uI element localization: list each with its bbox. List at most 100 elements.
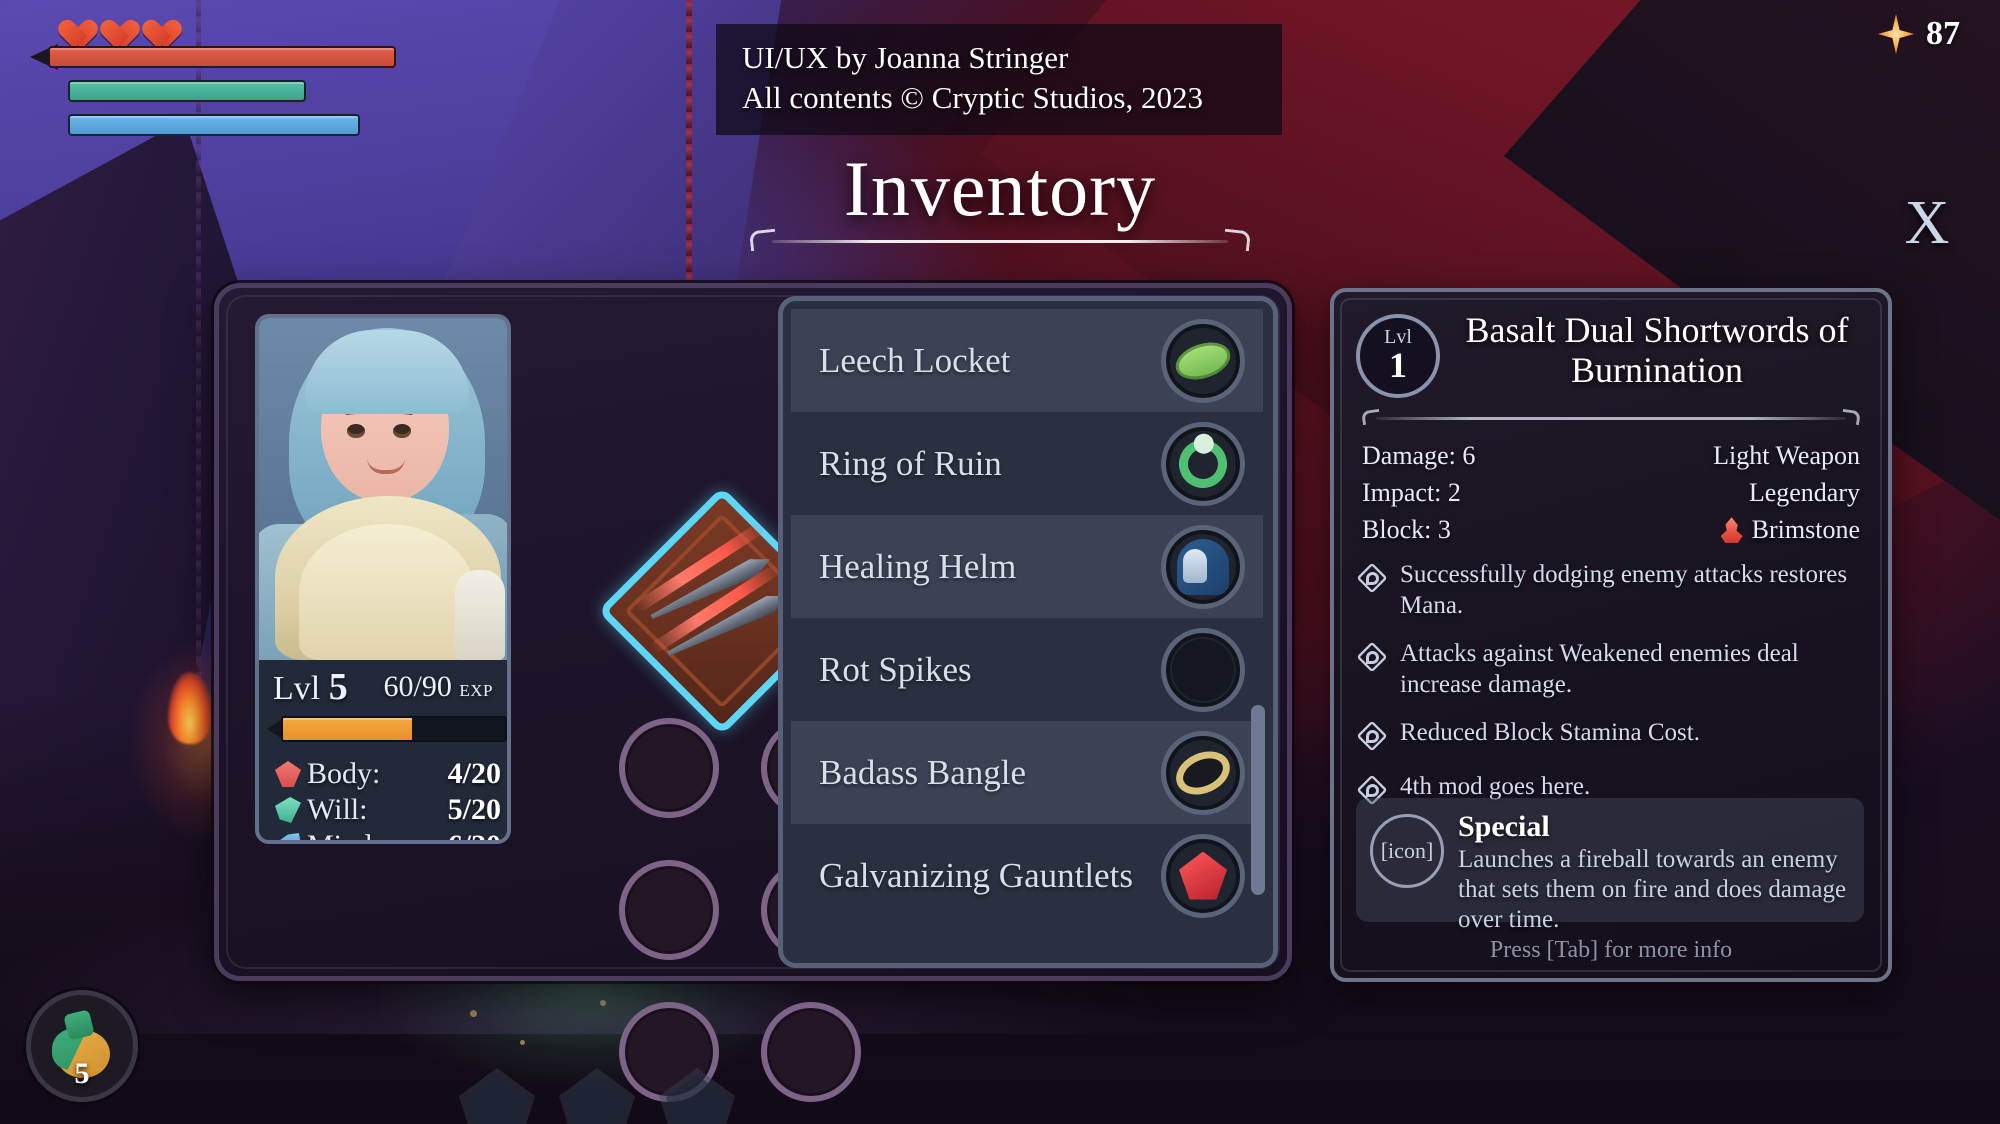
item-special-section: [icon] Special Launches a fireball towar… bbox=[1356, 798, 1864, 933]
item-level-label: Lvl bbox=[1384, 326, 1412, 349]
stat-label: Will: bbox=[307, 793, 368, 826]
character-level-value: 5 bbox=[328, 666, 348, 708]
flourish-cap-right bbox=[1223, 228, 1251, 252]
item-stats-right: Light Weapon Legendary Brimstone bbox=[1713, 438, 1860, 554]
health-bar bbox=[30, 44, 460, 70]
portrait-arm bbox=[455, 570, 505, 660]
item-list[interactable]: Leech Locket Ring of Ruin Healing Helm R… bbox=[791, 309, 1263, 963]
accessory-slot[interactable] bbox=[459, 1068, 535, 1124]
character-level-label: Lvl bbox=[273, 670, 321, 707]
item-list-panel: Leech Locket Ring of Ruin Healing Helm R… bbox=[778, 296, 1278, 968]
ring-icon bbox=[1161, 421, 1245, 506]
stat-value: 5/20 bbox=[447, 793, 501, 826]
character-stats: Body: 4/20 Will: 5/20 Mind: 6/20 bbox=[267, 750, 507, 840]
item-title: Basalt Dual Shortwords of Burnination bbox=[1465, 310, 1849, 391]
item-rarity: Legendary bbox=[1748, 477, 1860, 507]
item-mod: Attacks against Weakened enemies deal in… bbox=[1356, 639, 1862, 700]
potion-counter[interactable]: 5 bbox=[26, 990, 138, 1102]
item-stat-value: 6 bbox=[1462, 441, 1476, 470]
accessory-slot[interactable] bbox=[559, 1068, 635, 1124]
item-list-row[interactable]: Rot Spikes bbox=[791, 618, 1263, 721]
item-list-scrollbar[interactable] bbox=[1251, 705, 1265, 895]
item-list-row[interactable]: Ring of Ruin bbox=[791, 412, 1263, 515]
item-list-row[interactable]: Leech Locket bbox=[791, 309, 1263, 412]
credits-overlay: UI/UX by Joanna Stringer All contents © … bbox=[716, 24, 1282, 136]
title-flourish bbox=[749, 228, 1251, 252]
divider-cap-right bbox=[1841, 408, 1861, 426]
character-level: Lvl 5 bbox=[273, 665, 348, 709]
mod-icon bbox=[1356, 720, 1388, 752]
health-bar-fill bbox=[48, 46, 396, 68]
item-list-row[interactable]: Healing Helm bbox=[791, 515, 1263, 618]
accessory-slot[interactable] bbox=[659, 1068, 735, 1124]
item-stat-value: 2 bbox=[1447, 477, 1461, 507]
empty-item-icon bbox=[1161, 627, 1245, 712]
hud-left bbox=[30, 8, 460, 146]
heart-icon bbox=[136, 8, 170, 38]
item-stat-value: 3 bbox=[1437, 514, 1451, 544]
locket-icon bbox=[1161, 318, 1245, 403]
equipment-slot[interactable] bbox=[619, 718, 719, 818]
item-list-row[interactable]: Galvanizing Gauntlets bbox=[791, 824, 1263, 927]
hearts-container bbox=[52, 8, 460, 38]
flame-icon bbox=[1720, 517, 1743, 544]
exp-bar-fill bbox=[283, 718, 412, 740]
item-mod: Successfully dodging enemy attacks resto… bbox=[1356, 560, 1862, 621]
detail-footer-hint: Press [Tab] for more info bbox=[1489, 937, 1733, 963]
exp-bar-track bbox=[281, 716, 507, 742]
page-title: Inventory bbox=[843, 145, 1157, 232]
item-stat-damage: Damage: 6 bbox=[1362, 438, 1475, 475]
item-element: Brimstone bbox=[1713, 512, 1860, 554]
close-button[interactable]: X bbox=[1886, 182, 1968, 264]
detail-divider bbox=[1361, 408, 1861, 426]
body-icon bbox=[275, 761, 301, 787]
item-stat-label: Damage: bbox=[1362, 441, 1456, 470]
item-mod-list: Successfully dodging enemy attacks resto… bbox=[1356, 560, 1862, 822]
will-icon bbox=[275, 797, 301, 823]
credits-line-2: All contents © Cryptic Studios, 2023 bbox=[742, 79, 1203, 115]
item-list-row[interactable]: Badass Bangle bbox=[791, 721, 1263, 824]
spark-particle bbox=[600, 1000, 606, 1006]
item-mod: Reduced Block Stamina Cost. bbox=[1356, 718, 1862, 752]
character-exp-value: 60/90 bbox=[383, 670, 452, 703]
stat-value: 4/20 bbox=[447, 757, 501, 790]
currency-counter: 87 bbox=[1878, 14, 1960, 54]
item-stats-left: Damage: 6 Impact: 2 Block: 3 bbox=[1362, 438, 1475, 554]
character-exp: 60/90 EXP bbox=[384, 670, 493, 704]
stat-label: Body: bbox=[307, 757, 381, 790]
character-exp-unit: EXP bbox=[459, 681, 493, 700]
stat-label: Mind: bbox=[307, 829, 380, 840]
stamina-bar bbox=[30, 78, 460, 104]
page-header: Inventory bbox=[0, 150, 2000, 252]
portrait-eye bbox=[347, 424, 365, 438]
mod-text: Reduced Block Stamina Cost. bbox=[1400, 719, 1700, 746]
mod-icon bbox=[1356, 562, 1388, 594]
item-name: Healing Helm bbox=[819, 546, 1017, 586]
item-stats: Damage: 6 Impact: 2 Block: 3 Light Weapo… bbox=[1362, 438, 1860, 554]
item-element-label: Brimstone bbox=[1751, 514, 1860, 544]
credits-line-1: UI/UX by Joanna Stringer bbox=[742, 40, 1069, 75]
equipment-slot[interactable] bbox=[619, 860, 719, 960]
equipment-slot[interactable] bbox=[761, 1002, 861, 1102]
mind-icon bbox=[275, 833, 301, 840]
special-title: Special bbox=[1458, 810, 1550, 843]
stat-row-body: Body: 4/20 bbox=[267, 756, 507, 792]
character-portrait bbox=[259, 318, 507, 660]
item-name: Galvanizing Gauntlets bbox=[819, 855, 1133, 895]
special-icon: [icon] bbox=[1370, 814, 1444, 888]
mod-icon bbox=[1356, 641, 1388, 673]
mod-text: Attacks against Weakened enemies deal in… bbox=[1400, 640, 1799, 698]
spark-particle bbox=[520, 1040, 525, 1045]
item-weapon-class: Light Weapon bbox=[1713, 441, 1860, 470]
spark-particle bbox=[470, 1010, 477, 1017]
character-card[interactable]: Lvl 5 60/90 EXP Body: 4/20 Will: 5/20 bbox=[255, 314, 511, 844]
portrait-hair-front bbox=[305, 330, 469, 414]
potion-count: 5 bbox=[74, 1057, 90, 1090]
special-description: Launches a fireball towards an enemy tha… bbox=[1458, 846, 1847, 933]
item-stat-block: Block: 3 bbox=[1362, 512, 1475, 549]
mana-bar bbox=[30, 112, 460, 138]
item-level-badge: Lvl 1 bbox=[1356, 314, 1440, 398]
bangle-icon bbox=[1161, 730, 1245, 815]
item-name: Leech Locket bbox=[819, 340, 1011, 380]
character-level-row: Lvl 5 60/90 EXP bbox=[259, 660, 507, 714]
